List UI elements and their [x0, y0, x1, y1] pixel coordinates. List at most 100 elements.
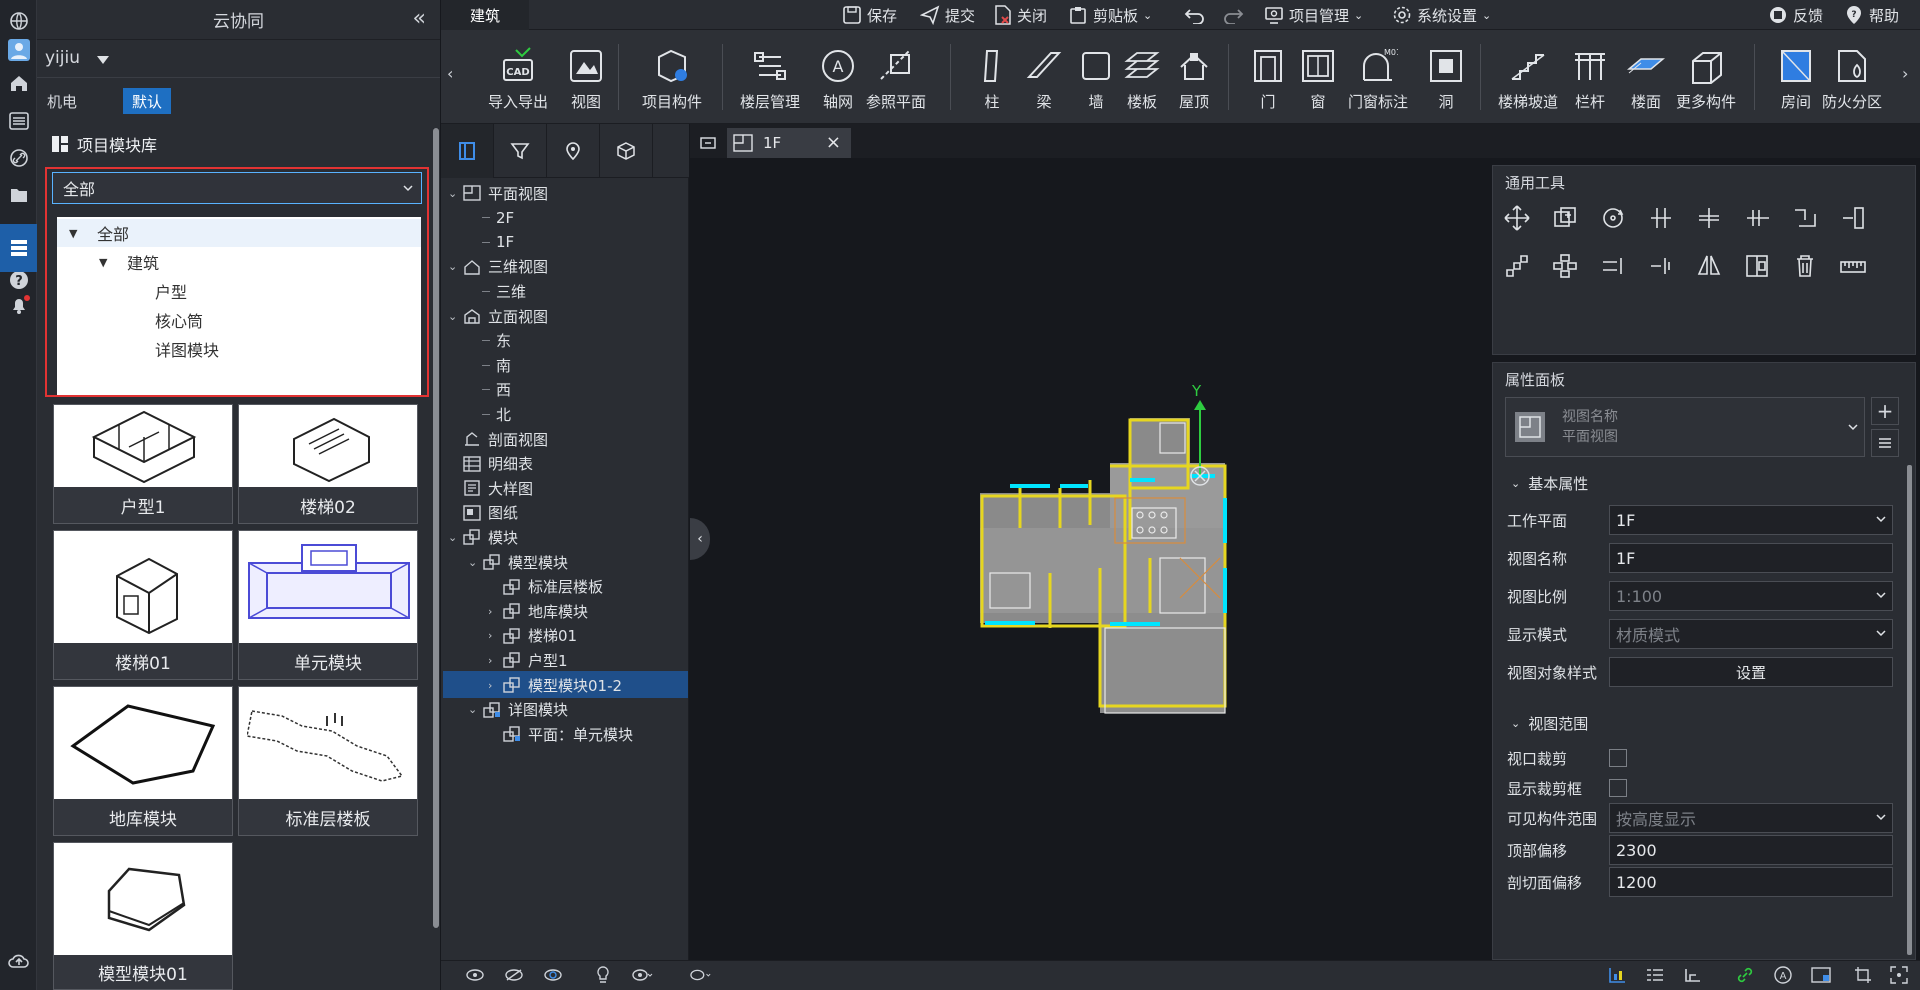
- range-checkbox[interactable]: [1609, 749, 1627, 767]
- doc-tab-1f[interactable]: 1F ×: [727, 128, 851, 158]
- bell-icon[interactable]: [6, 292, 31, 317]
- stair-ramp-button[interactable]: 楼梯坡道: [1498, 46, 1558, 122]
- caret-right-icon[interactable]: ›: [488, 654, 502, 667]
- range-value-input[interactable]: 1200: [1609, 867, 1893, 897]
- section-basic-header[interactable]: ⌄ 基本属性: [1511, 473, 1588, 494]
- caret-right-icon[interactable]: ›: [488, 629, 502, 642]
- module-tile-model-module01[interactable]: 模型模块01: [53, 842, 233, 990]
- move-icon[interactable]: [1503, 204, 1531, 232]
- caret-down-icon[interactable]: ⌄: [468, 556, 482, 569]
- dropdown-item-all[interactable]: ▼ 全部: [57, 219, 421, 247]
- fire-zone-button[interactable]: 防火分区: [1822, 46, 1882, 122]
- tree-node[interactable]: 西: [468, 377, 511, 403]
- collapse-panel-button[interactable]: «: [413, 6, 426, 31]
- delete-icon[interactable]: [1791, 252, 1819, 280]
- tree-node[interactable]: 东: [468, 328, 511, 354]
- module-tile-standard-slab[interactable]: 标准层楼板: [238, 686, 418, 836]
- avatar[interactable]: [6, 37, 31, 62]
- view-type-selector[interactable]: 视图名称 平面视图: [1505, 397, 1865, 457]
- tab-list-icon[interactable]: [700, 135, 716, 151]
- range-checkbox[interactable]: [1609, 779, 1627, 797]
- tab-tree-view[interactable]: [441, 124, 494, 178]
- tree-node[interactable]: › 模型模块01-2: [488, 672, 622, 698]
- tree-node[interactable]: 北: [468, 401, 511, 427]
- dropdown-item-detail-module[interactable]: 详图模块: [155, 335, 219, 363]
- image-view-icon[interactable]: [1810, 965, 1832, 985]
- visibility-icon[interactable]: [464, 965, 486, 985]
- list-icon[interactable]: [6, 108, 31, 133]
- slab-button[interactable]: 楼板: [1122, 46, 1162, 122]
- prop-value-input[interactable]: 1F: [1609, 543, 1893, 573]
- measure-icon[interactable]: [1839, 252, 1867, 280]
- home-icon[interactable]: [6, 70, 31, 95]
- tree-node[interactable]: 标准层楼板: [488, 574, 603, 600]
- tree-node[interactable]: › 户型1: [488, 647, 568, 673]
- door-window-tag-button[interactable]: M01 门窗标注: [1348, 46, 1408, 122]
- tree-node[interactable]: 大样图: [448, 475, 533, 501]
- tree-node[interactable]: 平面：单元模块: [488, 721, 633, 747]
- hide-element-icon[interactable]: [503, 965, 525, 985]
- pattern-icon[interactable]: [1647, 252, 1675, 280]
- dropdown-item-unit-type[interactable]: 户型: [155, 277, 187, 305]
- clipboard-menu[interactable]: 剪贴板 ⌄: [1068, 0, 1152, 30]
- project-component-button[interactable]: 项目构件: [642, 46, 702, 122]
- group-icon[interactable]: [1599, 252, 1627, 280]
- caret-down-icon[interactable]: ⌄: [448, 310, 462, 323]
- tree-node[interactable]: › 楼梯01: [488, 623, 577, 649]
- caret-down-icon[interactable]: ⌄: [448, 260, 462, 273]
- tree-node[interactable]: 南: [468, 352, 511, 378]
- add-view-button[interactable]: +: [1871, 397, 1899, 425]
- caret-down-icon[interactable]: ⌄: [448, 187, 462, 200]
- wall-button[interactable]: 墙: [1076, 46, 1116, 122]
- section-range-header[interactable]: ⌄ 视图范围: [1511, 713, 1588, 734]
- tab-3d-object[interactable]: [600, 124, 653, 178]
- reference-plane-button[interactable]: 参照平面: [866, 46, 926, 122]
- object-style-settings-button[interactable]: 设置: [1609, 657, 1893, 687]
- link-icon[interactable]: [6, 145, 31, 170]
- view-button[interactable]: 视图: [566, 46, 606, 122]
- redo-button[interactable]: [1222, 0, 1244, 30]
- module-tile-unit1[interactable]: 户型1: [53, 404, 233, 524]
- tree-node[interactable]: 图纸: [448, 500, 518, 526]
- tree-node[interactable]: › 地库模块: [488, 598, 588, 624]
- prop-value-select-disabled[interactable]: 1:100: [1609, 581, 1893, 611]
- prop-value-select-disabled[interactable]: 材质模式: [1609, 619, 1893, 649]
- array-icon[interactable]: [1503, 252, 1531, 280]
- tree-node[interactable]: 明细表: [448, 451, 533, 477]
- railing-button[interactable]: 栏杆: [1570, 46, 1610, 122]
- crop-icon[interactable]: [1852, 965, 1874, 985]
- module-tile-stair01[interactable]: 楼梯01: [53, 530, 233, 680]
- globe-icon[interactable]: [6, 8, 31, 33]
- snap-icon[interactable]: [1682, 965, 1704, 985]
- tree-node[interactable]: 1F: [468, 229, 514, 255]
- module-tile-basement[interactable]: 地库模块: [53, 686, 233, 836]
- help-button[interactable]: ? 帮助: [1844, 0, 1899, 30]
- align-icon[interactable]: [1647, 204, 1675, 232]
- save-button[interactable]: 保存: [842, 0, 897, 30]
- close-tab-icon[interactable]: ×: [826, 132, 841, 153]
- ribbon-scroll-left[interactable]: ‹: [447, 64, 453, 83]
- axis-toggle-icon[interactable]: [1606, 965, 1628, 985]
- submit-button[interactable]: 提交: [920, 0, 975, 30]
- library-scrollbar-thumb[interactable]: [433, 128, 439, 928]
- folder-icon[interactable]: [6, 182, 31, 207]
- tree-node[interactable]: 剖面视图: [448, 426, 548, 452]
- view-list-button[interactable]: [1871, 429, 1899, 457]
- drawing-canvas[interactable]: ‹ Y: [690, 158, 1492, 960]
- tree-node[interactable]: ⌄ 三维视图: [448, 254, 548, 280]
- caret-down-icon[interactable]: ⌄: [448, 531, 462, 544]
- split-icon[interactable]: [1695, 204, 1723, 232]
- roof-button[interactable]: 屋顶: [1174, 46, 1214, 122]
- offset-icon[interactable]: [1791, 204, 1819, 232]
- tree-node[interactable]: ⌄ 模块: [448, 524, 518, 550]
- list-toggle-icon[interactable]: [1644, 965, 1666, 985]
- opening-button[interactable]: 洞: [1426, 46, 1466, 122]
- cloud-upload-icon[interactable]: [6, 948, 31, 973]
- isolate-icon[interactable]: [542, 965, 564, 985]
- close-file-button[interactable]: 关闭: [994, 0, 1047, 30]
- tree-node[interactable]: 2F: [468, 205, 514, 231]
- caret-right-icon[interactable]: ›: [488, 679, 502, 692]
- module-tile-stair02[interactable]: 楼梯02: [238, 404, 418, 524]
- project-manage-menu[interactable]: 项目管理 ⌄: [1264, 0, 1363, 30]
- ribbon-scroll-right[interactable]: ›: [1902, 64, 1908, 83]
